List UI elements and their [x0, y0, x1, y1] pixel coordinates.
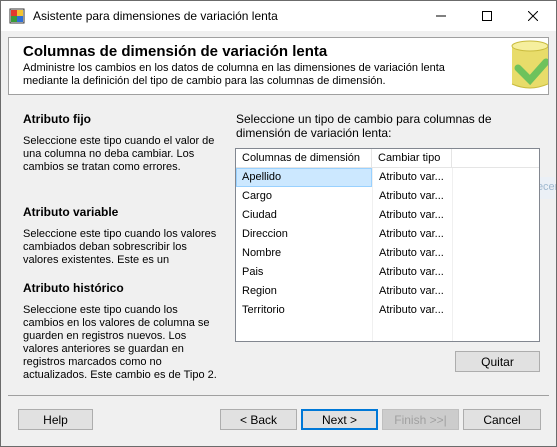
next-button[interactable]: Next >: [301, 409, 378, 430]
minimize-icon: [436, 15, 446, 17]
maximize-icon: [482, 11, 492, 21]
finish-button: Finish >>|: [382, 409, 459, 430]
close-button[interactable]: [510, 1, 556, 31]
close-icon: [528, 11, 538, 21]
instruction-label: Seleccione un tipo de cambio para column…: [236, 112, 492, 140]
list-row-ciudad[interactable]: Ciudad Atributo var...: [236, 206, 539, 225]
column-header-dimension[interactable]: Columnas de dimensión: [236, 149, 372, 168]
database-cylinder-icon: [500, 38, 548, 94]
app-icon: [9, 8, 25, 24]
row-column-name[interactable]: Region: [236, 282, 372, 301]
row-change-type[interactable]: Atributo var...: [372, 225, 452, 244]
fixed-attribute-title: Atributo fijo: [23, 112, 91, 126]
dimension-columns-list[interactable]: Columnas de dimensión Cambiar tipo Apell…: [235, 148, 540, 342]
column-divider: [372, 168, 373, 341]
window-title: Asistente para dimensiones de variación …: [33, 9, 278, 23]
wizard-window: Asistente para dimensiones de variación …: [0, 0, 557, 447]
changing-attribute-title: Atributo variable: [23, 205, 119, 219]
cancel-button[interactable]: Cancel: [463, 409, 541, 430]
column-divider: [452, 168, 453, 341]
list-row-nombre[interactable]: Nombre Atributo var...: [236, 244, 539, 263]
list-row-cargo[interactable]: Cargo Atributo var...: [236, 187, 539, 206]
page-title: Columnas de dimensión de variación lenta: [23, 43, 328, 60]
row-column-name[interactable]: Ciudad: [236, 206, 372, 225]
row-change-type[interactable]: Atributo var...: [372, 282, 452, 301]
column-header-change-type[interactable]: Cambiar tipo: [372, 149, 452, 168]
row-change-type[interactable]: Atributo var...: [372, 168, 452, 187]
historical-attribute-title: Atributo histórico: [23, 281, 124, 295]
attribute-help-panel: Atributo fijo Seleccione este tipo cuand…: [23, 112, 219, 384]
remove-button[interactable]: Quitar: [455, 351, 540, 372]
list-row-region[interactable]: Region Atributo var...: [236, 282, 539, 301]
wizard-header: Columnas de dimensión de variación lenta…: [8, 37, 549, 95]
list-row-pais[interactable]: Pais Atributo var...: [236, 263, 539, 282]
row-column-name[interactable]: Nombre: [236, 244, 372, 263]
row-change-type[interactable]: Atributo var...: [372, 206, 452, 225]
changing-attribute-text: Seleccione este tipo cuando los valores …: [23, 228, 217, 266]
help-button[interactable]: Help: [18, 409, 93, 430]
fixed-attribute-text: Seleccione este tipo cuando el valor de …: [23, 135, 215, 173]
maximize-button[interactable]: [464, 1, 510, 31]
changing-attribute-section: Atributo variable Seleccione este tipo c…: [23, 205, 219, 267]
row-change-type[interactable]: Atributo var...: [372, 187, 452, 206]
title-bar: Asistente para dimensiones de variación …: [1, 1, 556, 31]
fixed-attribute-section: Atributo fijo Seleccione este tipo cuand…: [23, 112, 219, 174]
row-column-name[interactable]: Territorio: [236, 301, 372, 320]
row-change-type[interactable]: Atributo var...: [372, 301, 452, 320]
row-change-type[interactable]: Atributo var...: [372, 244, 452, 263]
list-row-territorio[interactable]: Territorio Atributo var...: [236, 301, 539, 320]
historical-attribute-section: Atributo histórico Seleccione este tipo …: [23, 281, 219, 382]
footer-separator: [8, 395, 549, 396]
row-change-type[interactable]: Atributo var...: [372, 263, 452, 282]
row-column-name[interactable]: Apellido: [236, 168, 372, 187]
row-column-name[interactable]: Pais: [236, 263, 372, 282]
minimize-button[interactable]: [418, 1, 464, 31]
list-row-direccion[interactable]: Direccion Atributo var...: [236, 225, 539, 244]
back-button[interactable]: < Back: [220, 409, 297, 430]
historical-attribute-text: Seleccione este tipo cuando los cambios …: [23, 304, 217, 381]
row-column-name[interactable]: Direccion: [236, 225, 372, 244]
list-header: Columnas de dimensión Cambiar tipo: [236, 149, 539, 168]
row-column-name[interactable]: Cargo: [236, 187, 372, 206]
list-row-apellido[interactable]: Apellido Atributo var...: [236, 168, 539, 187]
page-description: Administre los cambios en los datos de c…: [23, 62, 445, 87]
